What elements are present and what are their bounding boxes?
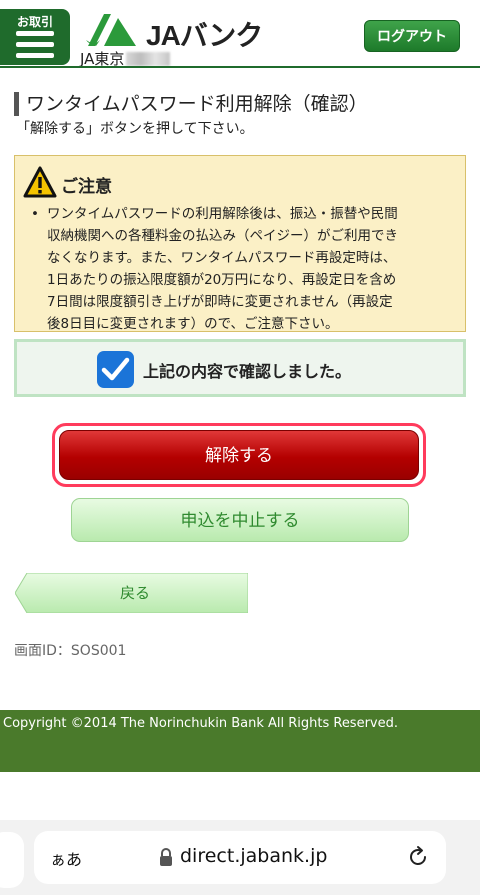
back-label: 戻る <box>119 584 150 602</box>
abort-application-button[interactable]: 申込を中止する <box>71 498 409 542</box>
menu-button[interactable]: お取引 <box>0 9 70 65</box>
confirm-panel: 上記の内容で確認しました。 <box>14 339 466 397</box>
screen-id: 画面ID：SOS001 <box>14 643 127 659</box>
url-field[interactable]: ぁあ direct.jabank.jp <box>34 831 446 884</box>
caution-line: 収納機関への各種料金の払込み（ペイジー）がご利用でき <box>47 228 398 244</box>
logout-button[interactable]: ログアウト <box>364 20 460 52</box>
back-button[interactable]: 戻る <box>15 573 248 613</box>
caution-line: ワンタイムパスワードの利用解除後は、振込・振替や民間 <box>47 206 398 222</box>
page-subtitle: 「解除する」ボタンを押して下さい。 <box>16 121 254 137</box>
ja-bank-logo[interactable]: JAバンク <box>84 8 264 52</box>
warning-icon <box>23 166 57 198</box>
reload-icon[interactable] <box>406 845 430 869</box>
confirm-checkbox[interactable] <box>97 351 134 388</box>
menu-label: お取引 <box>16 15 53 29</box>
ja-logo-icon <box>86 14 136 46</box>
caution-line: 後8日目に変更されます）ので、ご注意下さい。 <box>47 316 339 332</box>
caution-text: ワンタイムパスワードの利用解除後は、振込・振替や民間 収納機関への各種料金の払込… <box>29 203 457 335</box>
checkmark-icon <box>101 357 130 381</box>
confirm-label[interactable]: 上記の内容で確認しました。 <box>143 358 351 382</box>
hamburger-icon <box>16 31 54 64</box>
footer: Copyright ©2014 The Norinchukin Bank All… <box>0 710 480 772</box>
caution-box: ご注意 ワンタイムパスワードの利用解除後は、振込・振替や民間 収納機関への各種料… <box>14 155 466 332</box>
caution-line: 1日あたりの振込限度額が20万円になり、再設定日を含め <box>47 272 397 288</box>
copyright-text: Copyright ©2014 The Norinchukin Bank All… <box>3 716 399 731</box>
lock-icon <box>160 848 172 866</box>
browser-address-bar: ぁあ direct.jabank.jp <box>0 820 480 895</box>
page-title: ワンタイムパスワード利用解除（確認） <box>14 92 368 116</box>
caution-title: ご注意 <box>61 177 112 197</box>
release-button[interactable]: 解除する <box>59 430 419 480</box>
text-size-button[interactable]: ぁあ <box>50 846 82 870</box>
caution-line: なくなります。また、ワンタイムパスワード再設定時は、 <box>47 250 397 266</box>
caution-line: 7日間は限度額引き上げが即時に変更されません（再設定 <box>47 294 393 310</box>
header: お取引 JAバンク JA東京 ログアウト <box>0 0 480 68</box>
url-text: direct.jabank.jp <box>180 845 328 867</box>
header-divider <box>0 66 480 68</box>
redacted-text <box>126 52 171 66</box>
previous-tab[interactable] <box>0 832 24 888</box>
